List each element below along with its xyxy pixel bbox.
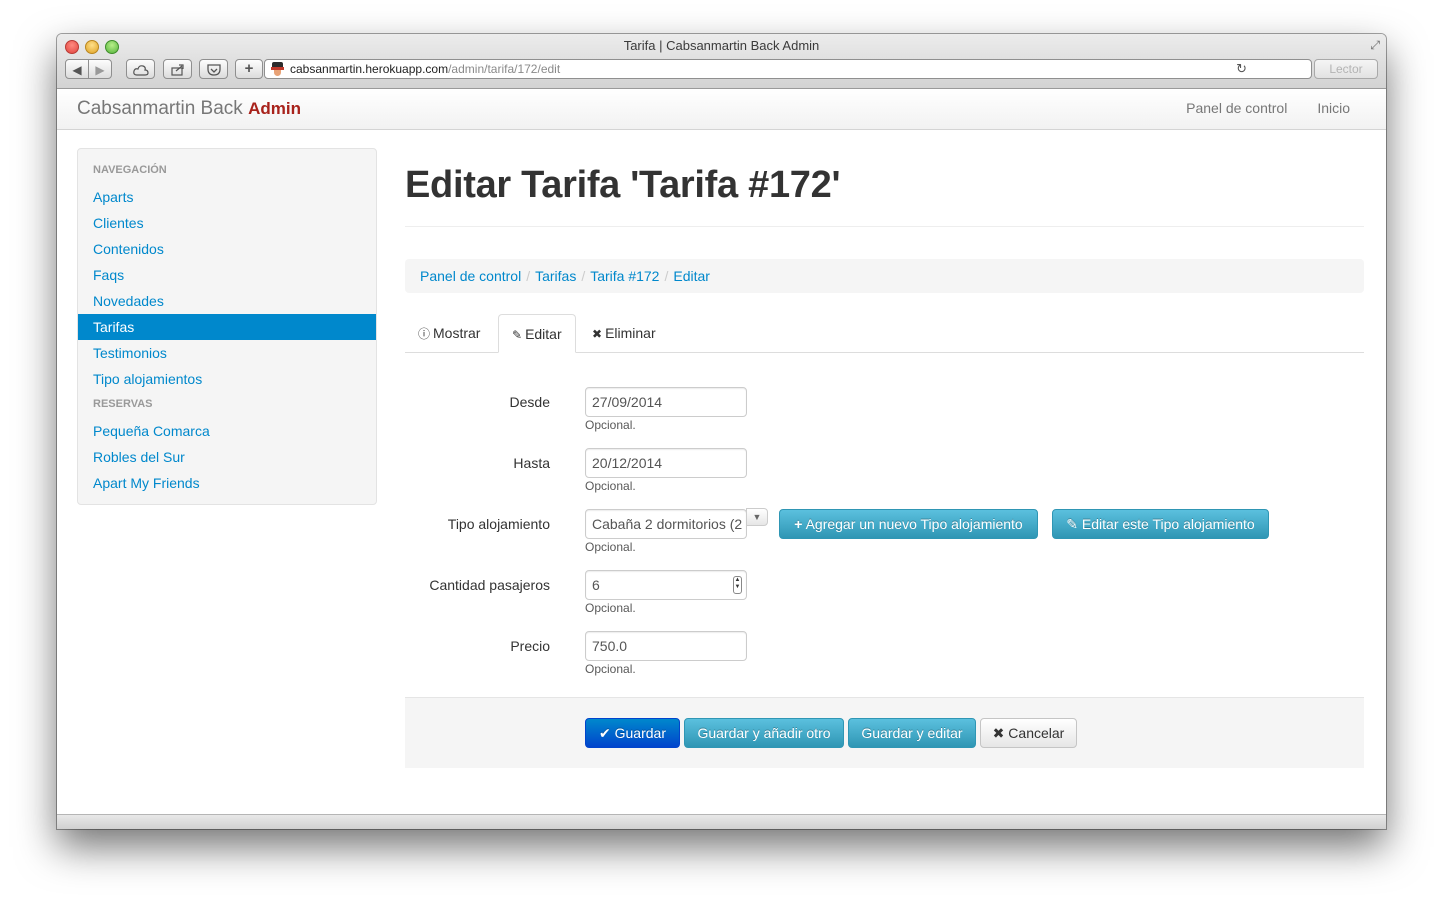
number-stepper-icon[interactable]: ▲ ▼ (733, 576, 742, 594)
desde-label: Desde (509, 394, 550, 410)
back-button[interactable]: ◀ (65, 59, 89, 79)
icloud-icon (132, 65, 149, 76)
hasta-help: Opcional. (585, 479, 636, 493)
save-button[interactable]: ✔ Guardar (585, 718, 680, 748)
title-divider (405, 226, 1364, 227)
sidebar-header-navegacion: NAVEGACIÓN (93, 164, 167, 176)
sidebar-item-pequena-comarca[interactable]: Pequeña Comarca (78, 418, 376, 444)
tab-label: Editar (525, 326, 562, 342)
close-icon: ✖ (592, 327, 603, 341)
tipo-alojamiento-label: Tipo alojamiento (447, 516, 550, 532)
cantidad-pasajeros-value: 6 (592, 577, 600, 593)
reader-button[interactable]: Lector (1314, 59, 1378, 79)
cancel-label: Cancelar (1008, 725, 1065, 741)
hasta-label: Hasta (513, 455, 550, 471)
browser-window: Tarifa | Cabsanmartin Back Admin ⤢ ◀ ▶ + (57, 34, 1386, 829)
breadcrumb-separator: / (664, 268, 669, 284)
forward-button[interactable]: ▶ (88, 59, 112, 79)
chevron-down-icon: ▼ (752, 512, 762, 522)
new-tab-button[interactable]: + (235, 59, 263, 79)
add-tipo-alojamiento-button[interactable]: + Agregar un nuevo Tipo alojamiento (779, 509, 1038, 539)
fullscreen-icon[interactable]: ⤢ (1370, 38, 1380, 53)
cantidad-pasajeros-help: Opcional. (585, 601, 636, 615)
tab-label: Eliminar (605, 325, 656, 341)
sidebar-item-tarifas[interactable]: Tarifas (78, 314, 376, 340)
brand-admin: Admin (248, 99, 301, 118)
sidebar-item-clientes[interactable]: Clientes (78, 210, 376, 236)
address-bar[interactable]: cabsanmartin.herokuapp.com/admin/tarifa/… (264, 59, 1312, 79)
save-label: Guardar (614, 725, 666, 741)
window-title: Tarifa | Cabsanmartin Back Admin (623, 38, 820, 53)
sidebar-item-robles-del-sur[interactable]: Robles del Sur (78, 444, 376, 470)
action-tabs: ⓘ Mostrar ✎ Editar ✖ Eliminar (405, 314, 1364, 353)
reload-icon[interactable]: ↻ (1236, 61, 1247, 77)
edit-tipo-alojamiento-button[interactable]: ✎ Editar este Tipo alojamiento (1052, 509, 1269, 539)
share-button[interactable] (163, 59, 192, 79)
brand-link[interactable]: Cabsanmartin Back Admin (77, 98, 301, 120)
check-icon: ✔ (599, 725, 611, 741)
precio-help: Opcional. (585, 662, 636, 676)
forward-icon: ▶ (95, 63, 105, 77)
brand-text: Cabsanmartin Back (77, 98, 249, 119)
navbar-links: Panel de control Inicio (1186, 100, 1350, 116)
sidebar-item-tipo-alojamientos[interactable]: Tipo alojamientos (78, 366, 376, 392)
browser-toolbar: Tarifa | Cabsanmartin Back Admin ⤢ ◀ ▶ + (57, 34, 1386, 89)
app-navbar: Cabsanmartin Back Admin Panel de control… (57, 89, 1386, 130)
precio-input[interactable]: 750.0 (585, 631, 747, 661)
tab-eliminar[interactable]: ✖ Eliminar (579, 314, 669, 352)
nav-link-inicio[interactable]: Inicio (1317, 100, 1350, 116)
sidebar-item-contenidos[interactable]: Contenidos (78, 236, 376, 262)
sidebar-item-apart-my-friends[interactable]: Apart My Friends (78, 470, 376, 496)
breadcrumb-editar[interactable]: Editar (673, 268, 710, 284)
browser-status-bar (57, 814, 1386, 829)
plus-icon: + (244, 60, 254, 77)
share-icon (170, 64, 184, 76)
sidebar-header-reservas: RESERVAS (93, 398, 153, 410)
save-and-edit-button[interactable]: Guardar y editar (848, 718, 976, 748)
pocket-button[interactable] (199, 59, 228, 79)
tipo-alojamiento-select[interactable]: Cabaña 2 dormitorios (2 (585, 509, 747, 539)
precio-label: Precio (510, 638, 550, 654)
sidebar-item-faqs[interactable]: Faqs (78, 262, 376, 288)
tab-label: Mostrar (433, 325, 481, 341)
form-actions: ✔ Guardar Guardar y añadir otro Guardar … (405, 697, 1364, 768)
breadcrumb-panel-de-control[interactable]: Panel de control (420, 268, 521, 284)
url-host: cabsanmartin.herokuapp.com (290, 62, 449, 76)
tab-editar[interactable]: ✎ Editar (498, 314, 576, 353)
close-icon: ✖ (992, 725, 1005, 741)
dropdown-toggle[interactable]: ▼ (746, 508, 768, 526)
breadcrumb-tarifas[interactable]: Tarifas (535, 268, 576, 284)
site-favicon-icon (271, 62, 284, 76)
pocket-icon (206, 64, 221, 76)
cancel-button[interactable]: ✖ Cancelar (980, 718, 1077, 748)
cantidad-pasajeros-input[interactable]: 6 ▲ ▼ (585, 570, 747, 600)
sidebar-item-novedades[interactable]: Novedades (78, 288, 376, 314)
pencil-icon: ✎ (512, 328, 523, 342)
tipo-alojamiento-help: Opcional. (585, 540, 636, 554)
breadcrumb-tarifa-172[interactable]: Tarifa #172 (590, 268, 659, 284)
info-circle-icon: ⓘ (418, 327, 431, 341)
nav-link-panel-de-control[interactable]: Panel de control (1186, 100, 1287, 116)
desde-help: Opcional. (585, 418, 636, 432)
plus-icon: + (794, 516, 803, 532)
pencil-icon: ✎ (1066, 516, 1079, 532)
page-title: Editar Tarifa 'Tarifa #172' (405, 164, 841, 206)
save-and-add-button[interactable]: Guardar y añadir otro (684, 718, 844, 748)
url-path: /admin/tarifa/172/edit (448, 62, 561, 76)
sidebar: NAVEGACIÓN Aparts Clientes Contenidos Fa… (77, 148, 377, 505)
icloud-button[interactable] (126, 59, 155, 79)
cantidad-pasajeros-label: Cantidad pasajeros (429, 577, 550, 593)
tab-mostrar[interactable]: ⓘ Mostrar (405, 314, 493, 352)
edit-tipo-alojamiento-label: Editar este Tipo alojamiento (1081, 516, 1255, 532)
breadcrumb-separator: / (526, 268, 531, 284)
url-text: cabsanmartin.herokuapp.com/admin/tarifa/… (290, 62, 560, 76)
desde-input[interactable]: 27/09/2014 (585, 387, 747, 417)
breadcrumb: Panel de control / Tarifas / Tarifa #172/Edi… (405, 259, 1364, 293)
back-icon: ◀ (72, 63, 82, 77)
sidebar-item-testimonios[interactable]: Testimonios (78, 340, 376, 366)
sidebar-item-aparts[interactable]: Aparts (78, 184, 376, 210)
add-tipo-alojamiento-label: Agregar un nuevo Tipo alojamiento (805, 516, 1023, 532)
breadcrumb-separator: / (581, 268, 586, 284)
hasta-input[interactable]: 20/12/2014 (585, 448, 747, 478)
